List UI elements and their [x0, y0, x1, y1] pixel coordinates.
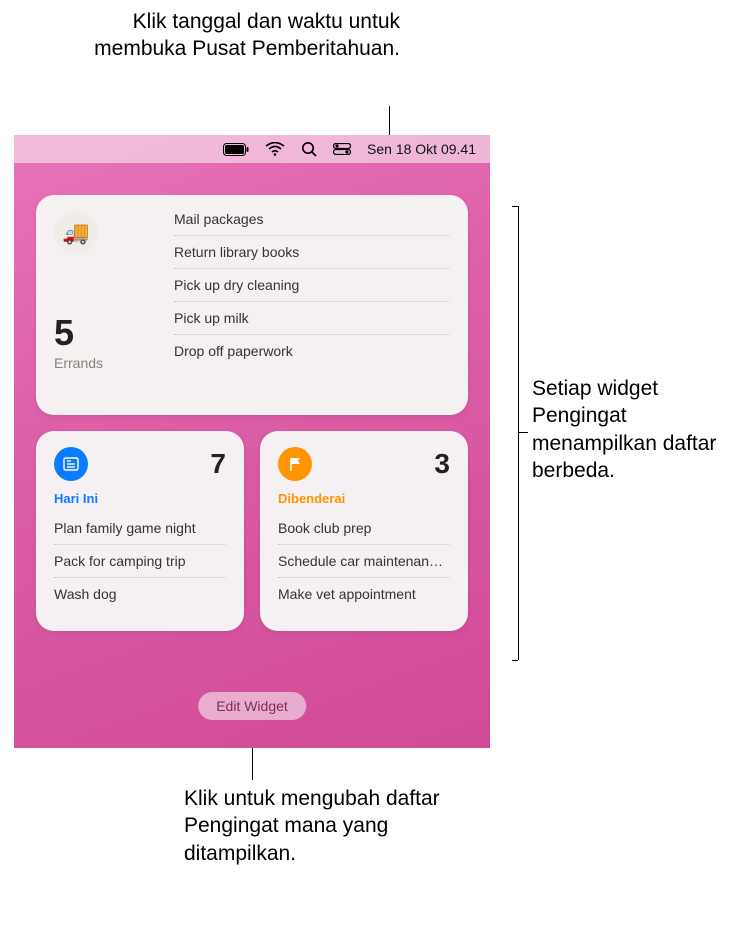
errands-title: Errands: [54, 355, 154, 371]
battery-icon[interactable]: [223, 143, 249, 156]
list-item: Pick up dry cleaning: [174, 269, 450, 302]
list-item: Drop off paperwork: [174, 335, 450, 367]
list-item: Schedule car maintenan…: [278, 545, 450, 578]
menubar: Sen 18 Okt 09.41: [14, 135, 490, 163]
leader-line: [389, 106, 390, 135]
newspaper-icon: [54, 447, 88, 481]
reminders-widget-flagged[interactable]: 3 Dibenderai Book club prep Schedule car…: [260, 431, 468, 631]
reminders-widget-today[interactable]: 7 Hari Ini Plan family game night Pack f…: [36, 431, 244, 631]
list-item: Mail packages: [174, 211, 450, 236]
menubar-datetime[interactable]: Sen 18 Okt 09.41: [367, 141, 476, 157]
flagged-title: Dibenderai: [278, 491, 450, 506]
today-title: Hari Ini: [54, 491, 226, 506]
list-item: Make vet appointment: [278, 578, 450, 610]
widget-area: 🚚 5 Errands Mail packages Return library…: [36, 195, 468, 631]
reminders-widget-errands[interactable]: 🚚 5 Errands Mail packages Return library…: [36, 195, 468, 415]
flag-icon: [278, 447, 312, 481]
callout-bottom: Klik untuk mengubah daftar Pengingat man…: [184, 785, 444, 867]
list-item: Pick up milk: [174, 302, 450, 335]
errands-items: Mail packages Return library books Pick …: [174, 211, 450, 399]
list-item: Wash dog: [54, 578, 226, 610]
list-item: Plan family game night: [54, 512, 226, 545]
list-item: Return library books: [174, 236, 450, 269]
today-count: 7: [210, 448, 226, 480]
leader-line: [518, 432, 528, 433]
errands-count: 5: [54, 315, 154, 351]
edit-widget-button[interactable]: Edit Widget: [198, 692, 306, 720]
flagged-count: 3: [434, 448, 450, 480]
truck-icon: 🚚: [54, 211, 98, 255]
leader-line: [512, 206, 518, 207]
callout-right: Setiap widget Pengingat menampilkan daft…: [532, 375, 732, 484]
list-item: Pack for camping trip: [54, 545, 226, 578]
control-center-icon[interactable]: [333, 143, 351, 155]
wifi-icon[interactable]: [265, 142, 285, 156]
callout-top: Klik tanggal dan waktu untuk membuka Pus…: [90, 8, 400, 63]
leader-line: [518, 206, 519, 660]
list-item: Book club prep: [278, 512, 450, 545]
spotlight-icon[interactable]: [301, 141, 317, 157]
leader-line: [512, 660, 518, 661]
notification-center-panel: Sen 18 Okt 09.41 🚚 5 Errands Mail packag…: [14, 135, 490, 748]
